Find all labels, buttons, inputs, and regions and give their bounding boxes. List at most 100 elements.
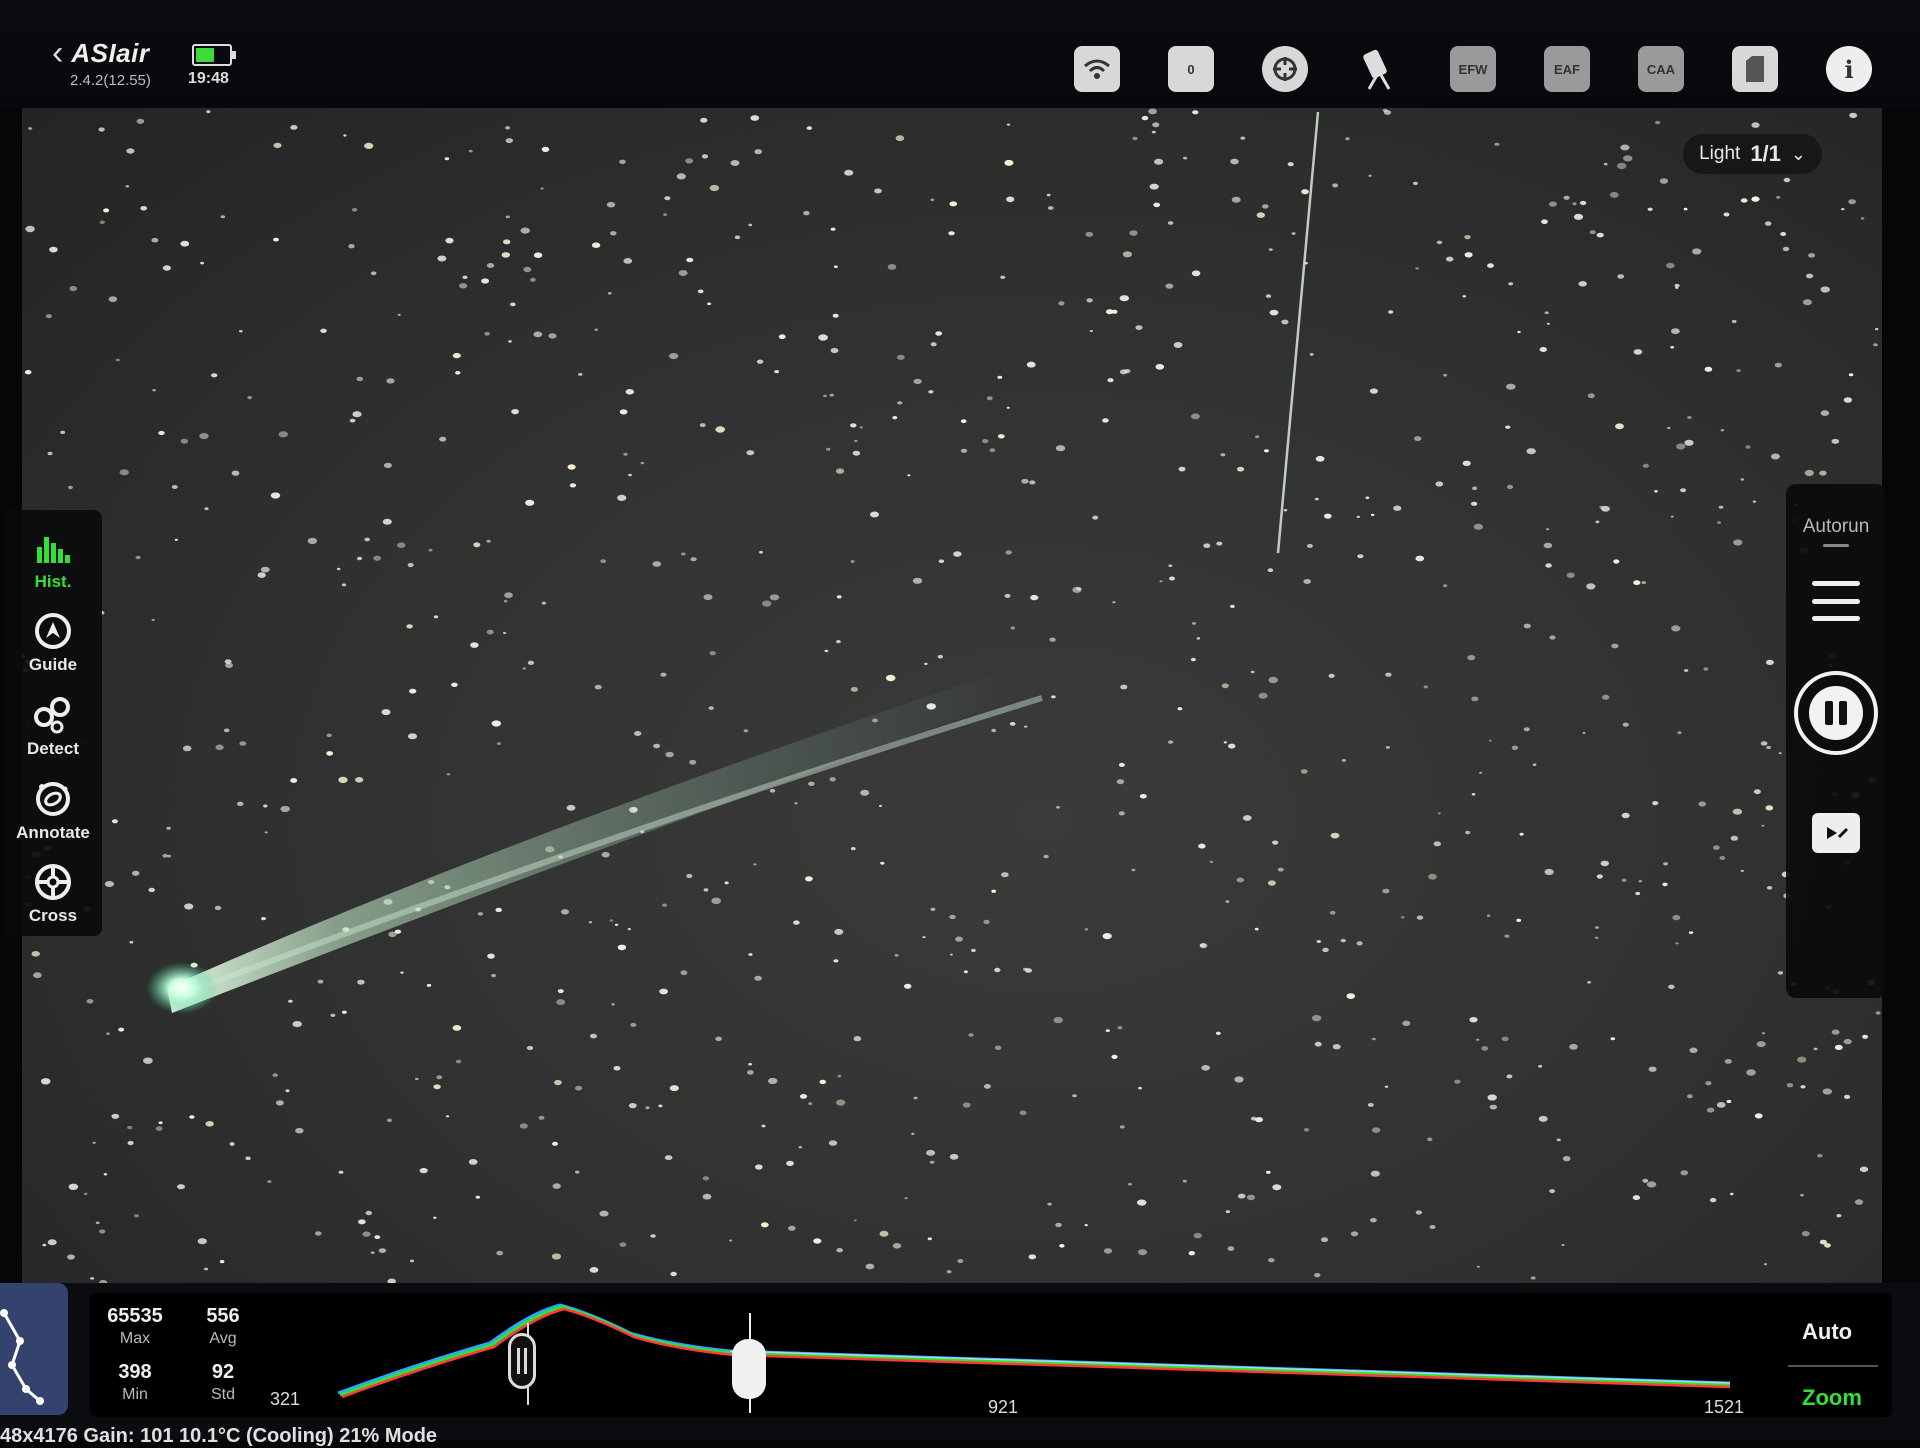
star — [383, 462, 392, 468]
wifi-icon[interactable] — [1074, 46, 1120, 92]
star — [645, 1106, 650, 1110]
star — [601, 851, 610, 858]
star — [407, 733, 418, 740]
frame-type-selector[interactable]: Light 1/1 ⌄ — [1683, 134, 1822, 174]
info-icon[interactable]: i — [1826, 46, 1872, 92]
star — [1654, 490, 1658, 493]
star — [342, 1010, 347, 1014]
star — [1309, 353, 1314, 356]
tool-guide[interactable]: Guide — [8, 602, 98, 686]
efw-icon[interactable]: EFW — [1450, 46, 1496, 92]
star — [832, 313, 839, 318]
star — [928, 390, 934, 394]
star — [1813, 1047, 1818, 1051]
star — [1523, 623, 1531, 629]
star — [215, 744, 224, 751]
star — [1539, 347, 1548, 352]
star — [1687, 416, 1692, 419]
star — [245, 1156, 251, 1161]
star — [136, 118, 145, 124]
star — [1415, 1210, 1423, 1215]
star — [1587, 393, 1595, 399]
star — [575, 1170, 580, 1174]
star — [628, 1103, 637, 1109]
star — [24, 370, 32, 375]
star — [1272, 1184, 1282, 1191]
star — [703, 594, 713, 601]
sky-atlas-thumbnail[interactable] — [0, 1283, 68, 1415]
telescope-icon[interactable] — [1356, 46, 1402, 92]
storage-icon[interactable] — [1732, 46, 1778, 92]
white-point-handle[interactable] — [732, 1339, 766, 1399]
menu-button[interactable] — [1812, 581, 1860, 621]
histogram-curve — [337, 1303, 1731, 1413]
star — [487, 953, 495, 959]
star — [436, 1075, 443, 1080]
preview-button[interactable] — [1812, 813, 1860, 853]
star — [1332, 1044, 1341, 1050]
eaf-icon[interactable]: EAF — [1544, 46, 1590, 92]
star — [1132, 136, 1138, 141]
star — [1019, 1110, 1027, 1116]
star — [1153, 202, 1161, 208]
star — [1595, 520, 1600, 524]
star — [813, 1238, 822, 1244]
tool-annotate[interactable]: Annotate — [8, 769, 98, 853]
star — [1291, 232, 1296, 235]
star — [204, 507, 209, 511]
tick-label: 1521 — [1704, 1397, 1745, 1417]
star — [1774, 362, 1782, 368]
brand[interactable]: ‹ ASIair 2.4.2(12.55) — [52, 36, 151, 89]
star — [470, 642, 479, 648]
star — [1250, 1116, 1257, 1121]
star — [1489, 1104, 1498, 1110]
star — [1632, 1195, 1641, 1201]
star — [1716, 1102, 1726, 1108]
star — [1675, 942, 1679, 945]
zoom-button[interactable]: Zoom — [1802, 1385, 1862, 1411]
auto-stretch-button[interactable]: Auto — [1802, 1319, 1852, 1345]
star — [45, 314, 52, 319]
star — [219, 1260, 225, 1264]
star — [505, 138, 513, 144]
star — [892, 1243, 902, 1249]
pause-button[interactable] — [1794, 671, 1878, 755]
star — [1663, 862, 1669, 866]
camera-icon[interactable]: 0 — [1168, 46, 1214, 92]
tool-annotate-label: Annotate — [16, 822, 90, 842]
star — [1487, 263, 1494, 268]
back-icon[interactable]: ‹ — [52, 36, 63, 70]
star — [662, 903, 667, 907]
autorun-tab[interactable]: Autorun — [1803, 516, 1870, 538]
star — [386, 1118, 392, 1123]
star — [949, 201, 958, 207]
star — [95, 1221, 100, 1225]
star — [922, 936, 926, 939]
star — [1137, 1199, 1147, 1206]
star — [1024, 725, 1028, 728]
star — [575, 1085, 583, 1091]
tool-cross[interactable]: Cross — [8, 852, 98, 936]
star — [189, 1115, 195, 1119]
star — [1231, 196, 1241, 203]
star — [708, 706, 714, 710]
black-point-handle[interactable] — [508, 1333, 536, 1389]
star — [1393, 505, 1402, 511]
star — [1216, 541, 1223, 546]
star — [607, 292, 612, 295]
tool-histogram[interactable]: Hist. — [8, 518, 98, 602]
star — [1072, 1094, 1077, 1098]
sky-image[interactable]: Light 1/1 ⌄ — [22, 108, 1882, 1293]
guide-camera-icon[interactable] — [1262, 46, 1308, 92]
star — [386, 378, 395, 384]
star — [1427, 1137, 1433, 1142]
star — [786, 1160, 794, 1166]
star — [1724, 1059, 1732, 1064]
caa-icon[interactable]: CAA — [1638, 46, 1684, 92]
tool-detect[interactable]: Detect — [8, 685, 98, 769]
star — [1642, 463, 1649, 468]
star — [640, 461, 645, 465]
star — [962, 1102, 971, 1108]
star — [946, 1270, 952, 1274]
star — [929, 1160, 935, 1164]
